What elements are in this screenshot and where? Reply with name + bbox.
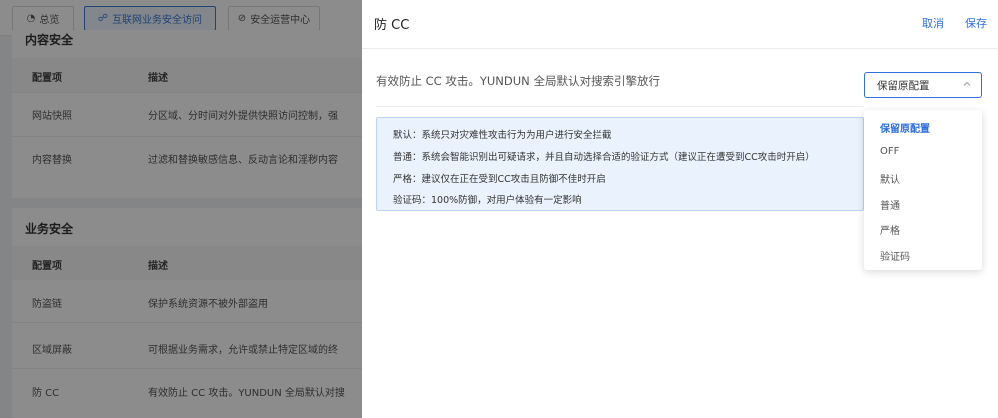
cc-protection-drawer: 防 CC 取消 保存 有效防止 CC 攻击。YUNDUN 全局默认对搜索引擎放行…	[362, 0, 998, 418]
cancel-button[interactable]: 取消	[922, 15, 944, 31]
cc-description: 有效防止 CC 攻击。YUNDUN 全局默认对搜索引擎放行	[376, 74, 660, 88]
divider	[376, 106, 864, 107]
cc-mode-select[interactable]: 保留原配置	[864, 72, 982, 98]
mode-info-box: 默认：系统只对灾难性攻击行为为用户进行安全拦截 普通：系统会智能识别出可疑请求，…	[376, 117, 864, 211]
option-off[interactable]: OFF	[880, 146, 899, 157]
save-button[interactable]: 保存	[965, 15, 987, 31]
drawer-title: 防 CC	[374, 18, 410, 33]
info-line-captcha: 验证码：100%防御，对用户体验有一定影响	[393, 195, 582, 206]
info-line-normal: 普通：系统会智能识别出可疑请求，并且自动选择合适的验证方式（建议正在遭受到CC攻…	[393, 152, 815, 163]
option-default[interactable]: 默认	[880, 171, 900, 186]
cc-mode-dropdown-menu: 保留原配置 OFF 默认 普通 严格 验证码	[864, 110, 982, 270]
chevron-up-icon	[962, 79, 972, 92]
divider	[362, 48, 998, 49]
select-value: 保留原配置	[877, 79, 930, 92]
option-captcha[interactable]: 验证码	[880, 248, 910, 263]
option-keep-original[interactable]: 保留原配置	[880, 120, 930, 135]
option-normal[interactable]: 普通	[880, 197, 900, 212]
info-line-default: 默认：系统只对灾难性攻击行为为用户进行安全拦截	[393, 130, 612, 141]
info-line-strict: 严格：建议仅在正在受到CC攻击且防御不佳时开启	[393, 174, 606, 185]
option-strict[interactable]: 严格	[880, 222, 900, 237]
modal-overlay[interactable]	[0, 0, 362, 418]
